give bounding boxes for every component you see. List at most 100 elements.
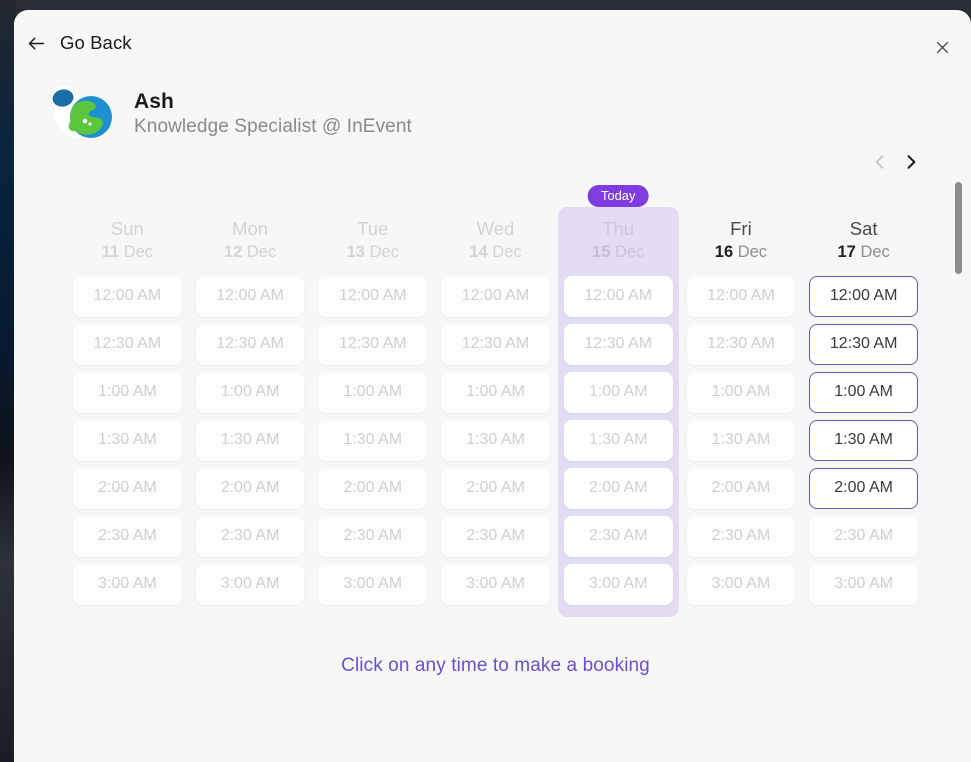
time-slot[interactable]: 2:00 AM bbox=[809, 467, 918, 509]
time-slot: 2:30 AM bbox=[809, 515, 918, 557]
day-number: 15 bbox=[592, 243, 611, 262]
day-month: Dec bbox=[246, 243, 277, 262]
time-slot: 1:00 AM bbox=[441, 371, 550, 413]
day-name: Sun bbox=[110, 218, 144, 239]
globe-avatar bbox=[42, 81, 118, 147]
go-back-button[interactable]: Go Back bbox=[26, 32, 132, 54]
time-slot: 12:00 AM bbox=[318, 275, 428, 317]
time-slot: 3:00 AM bbox=[195, 563, 305, 605]
scrollbar[interactable] bbox=[955, 170, 962, 730]
time-slot[interactable]: 12:00 AM bbox=[809, 275, 918, 317]
chevron-left-icon[interactable] bbox=[870, 151, 890, 173]
go-back-label: Go Back bbox=[60, 32, 132, 53]
day-header: Sun 11 Dec bbox=[73, 191, 182, 276]
week-navigation bbox=[14, 149, 971, 183]
day-date: 17 Dec bbox=[809, 240, 918, 265]
day-month: Dec bbox=[123, 243, 154, 262]
host-profile: Ash Knowledge Specialist @ InEvent bbox=[14, 79, 971, 149]
day-header: Mon 12 Dec bbox=[196, 191, 305, 276]
day-column-tue: Tue 13 Dec 12:00 AM 12:30 AM 1:00 AM 1:30 AM 2… bbox=[311, 191, 434, 605]
time-slot: 12:00 AM bbox=[441, 275, 550, 317]
chevron-right-icon[interactable] bbox=[901, 151, 921, 173]
availability-calendar: Sun 11 Dec 12:00 AM 12:30 AM 1:00 AM 1:30 AM 2… bbox=[14, 185, 971, 677]
time-slot: 2:00 AM bbox=[441, 467, 550, 509]
time-slot[interactable]: 12:30 AM bbox=[809, 323, 918, 365]
time-slot: 3:00 AM bbox=[441, 563, 550, 605]
time-slot: 3:00 AM bbox=[686, 563, 796, 605]
time-slot: 2:00 AM bbox=[318, 467, 428, 509]
host-name: Ash bbox=[134, 90, 174, 113]
day-column-sun: Sun 11 Dec 12:00 AM 12:30 AM 1:00 AM 1:30 AM 2… bbox=[66, 191, 189, 605]
day-number: 16 bbox=[714, 243, 734, 262]
time-slot: 2:30 AM bbox=[686, 515, 796, 557]
time-slot-list: 12:00 AM 12:30 AM 1:00 AM 1:30 AM 2:00 AM 2:3… bbox=[809, 275, 918, 605]
time-slot: 12:30 AM bbox=[686, 323, 796, 365]
day-name: Wed bbox=[476, 218, 515, 239]
time-slot-list: 12:00 AM 12:30 AM 1:00 AM 1:30 AM 2:00 AM 2:3… bbox=[195, 275, 305, 605]
time-slot: 1:30 AM bbox=[73, 419, 182, 461]
day-date: 15 Dec bbox=[564, 240, 673, 265]
day-header: Sat 17 Dec bbox=[809, 191, 918, 276]
time-slot: 1:00 AM bbox=[73, 371, 182, 413]
booking-modal: Go Back Ash Knowledge Specialist @ InEve… bbox=[14, 10, 971, 762]
modal-topbar: Go Back bbox=[14, 10, 971, 66]
time-slot-list: 12:00 AM 12:30 AM 1:00 AM 1:30 AM 2:00 AM 2:3… bbox=[563, 275, 673, 605]
time-slot: 1:00 AM bbox=[318, 371, 428, 413]
day-number: 13 bbox=[346, 243, 365, 262]
close-icon[interactable] bbox=[930, 35, 954, 59]
day-month: Dec bbox=[615, 243, 645, 262]
arrow-left-icon bbox=[26, 33, 47, 54]
time-slot: 2:30 AM bbox=[318, 515, 428, 557]
time-slot: 1:00 AM bbox=[563, 371, 673, 413]
time-slot: 3:00 AM bbox=[563, 563, 673, 605]
time-slot: 2:00 AM bbox=[195, 467, 305, 509]
time-slot: 1:00 AM bbox=[686, 371, 796, 413]
time-slot: 3:00 AM bbox=[318, 563, 428, 605]
day-column-fri: Fri 16 Dec 12:00 AM 12:30 AM 1:00 AM 1:30 AM 2… bbox=[680, 191, 803, 605]
day-name: Mon bbox=[232, 218, 269, 239]
day-date: 16 Dec bbox=[687, 240, 796, 265]
day-number: 14 bbox=[469, 243, 488, 262]
time-slot: 12:00 AM bbox=[563, 275, 673, 317]
day-date: 11 Dec bbox=[73, 240, 182, 265]
time-slot: 3:00 AM bbox=[73, 563, 182, 605]
time-slot-list: 12:00 AM 12:30 AM 1:00 AM 1:30 AM 2:00 AM 2:3… bbox=[73, 275, 182, 605]
scrollbar-thumb[interactable] bbox=[955, 182, 962, 274]
day-header: Fri 16 Dec bbox=[687, 191, 796, 276]
today-badge: Today bbox=[587, 185, 649, 207]
week-grid: Sun 11 Dec 12:00 AM 12:30 AM 1:00 AM 1:30 AM 2… bbox=[66, 185, 925, 617]
day-name: Fri bbox=[730, 218, 752, 239]
day-month: Dec bbox=[737, 243, 768, 262]
time-slot: 1:30 AM bbox=[563, 419, 673, 461]
day-name: Tue bbox=[357, 218, 389, 239]
time-slot: 3:00 AM bbox=[809, 563, 918, 605]
time-slot: 12:30 AM bbox=[73, 323, 182, 365]
day-column-wed: Wed 14 Dec 12:00 AM 12:30 AM 1:00 AM 1:30 AM 2… bbox=[434, 191, 557, 605]
day-month: Dec bbox=[369, 243, 399, 262]
day-date: 13 Dec bbox=[318, 240, 427, 265]
time-slot: 12:00 AM bbox=[73, 275, 182, 317]
time-slot: 12:00 AM bbox=[195, 275, 305, 317]
calendar-footer: Click on any time to make a booking bbox=[66, 655, 925, 677]
day-name: Sat bbox=[849, 218, 878, 239]
time-slot-list: 12:00 AM 12:30 AM 1:00 AM 1:30 AM 2:00 AM 2:3… bbox=[686, 275, 796, 605]
time-slot: 2:30 AM bbox=[73, 515, 182, 557]
time-slot[interactable]: 1:30 AM bbox=[809, 419, 918, 461]
time-slot: 1:30 AM bbox=[686, 419, 796, 461]
day-date: 12 Dec bbox=[196, 240, 305, 265]
time-slot: 12:30 AM bbox=[195, 323, 305, 365]
time-slot: 12:30 AM bbox=[318, 323, 428, 365]
time-slot: 1:30 AM bbox=[195, 419, 305, 461]
day-number: 12 bbox=[223, 243, 243, 262]
day-column-sat: Sat 17 Dec 12:00 AM 12:30 AM 1:00 AM 1:30 AM 2… bbox=[802, 191, 925, 605]
time-slot[interactable]: 1:00 AM bbox=[809, 371, 918, 413]
host-info: Ash Knowledge Specialist @ InEvent bbox=[134, 90, 412, 138]
day-date: 14 Dec bbox=[441, 240, 550, 265]
time-slot: 2:30 AM bbox=[563, 515, 673, 557]
day-month: Dec bbox=[492, 243, 522, 262]
time-slot: 2:30 AM bbox=[195, 515, 305, 557]
time-slot: 12:30 AM bbox=[563, 323, 673, 365]
time-slot: 12:30 AM bbox=[441, 323, 550, 365]
booking-hint: Click on any time to make a booking bbox=[341, 654, 650, 676]
day-header: Tue 13 Dec bbox=[318, 191, 427, 276]
